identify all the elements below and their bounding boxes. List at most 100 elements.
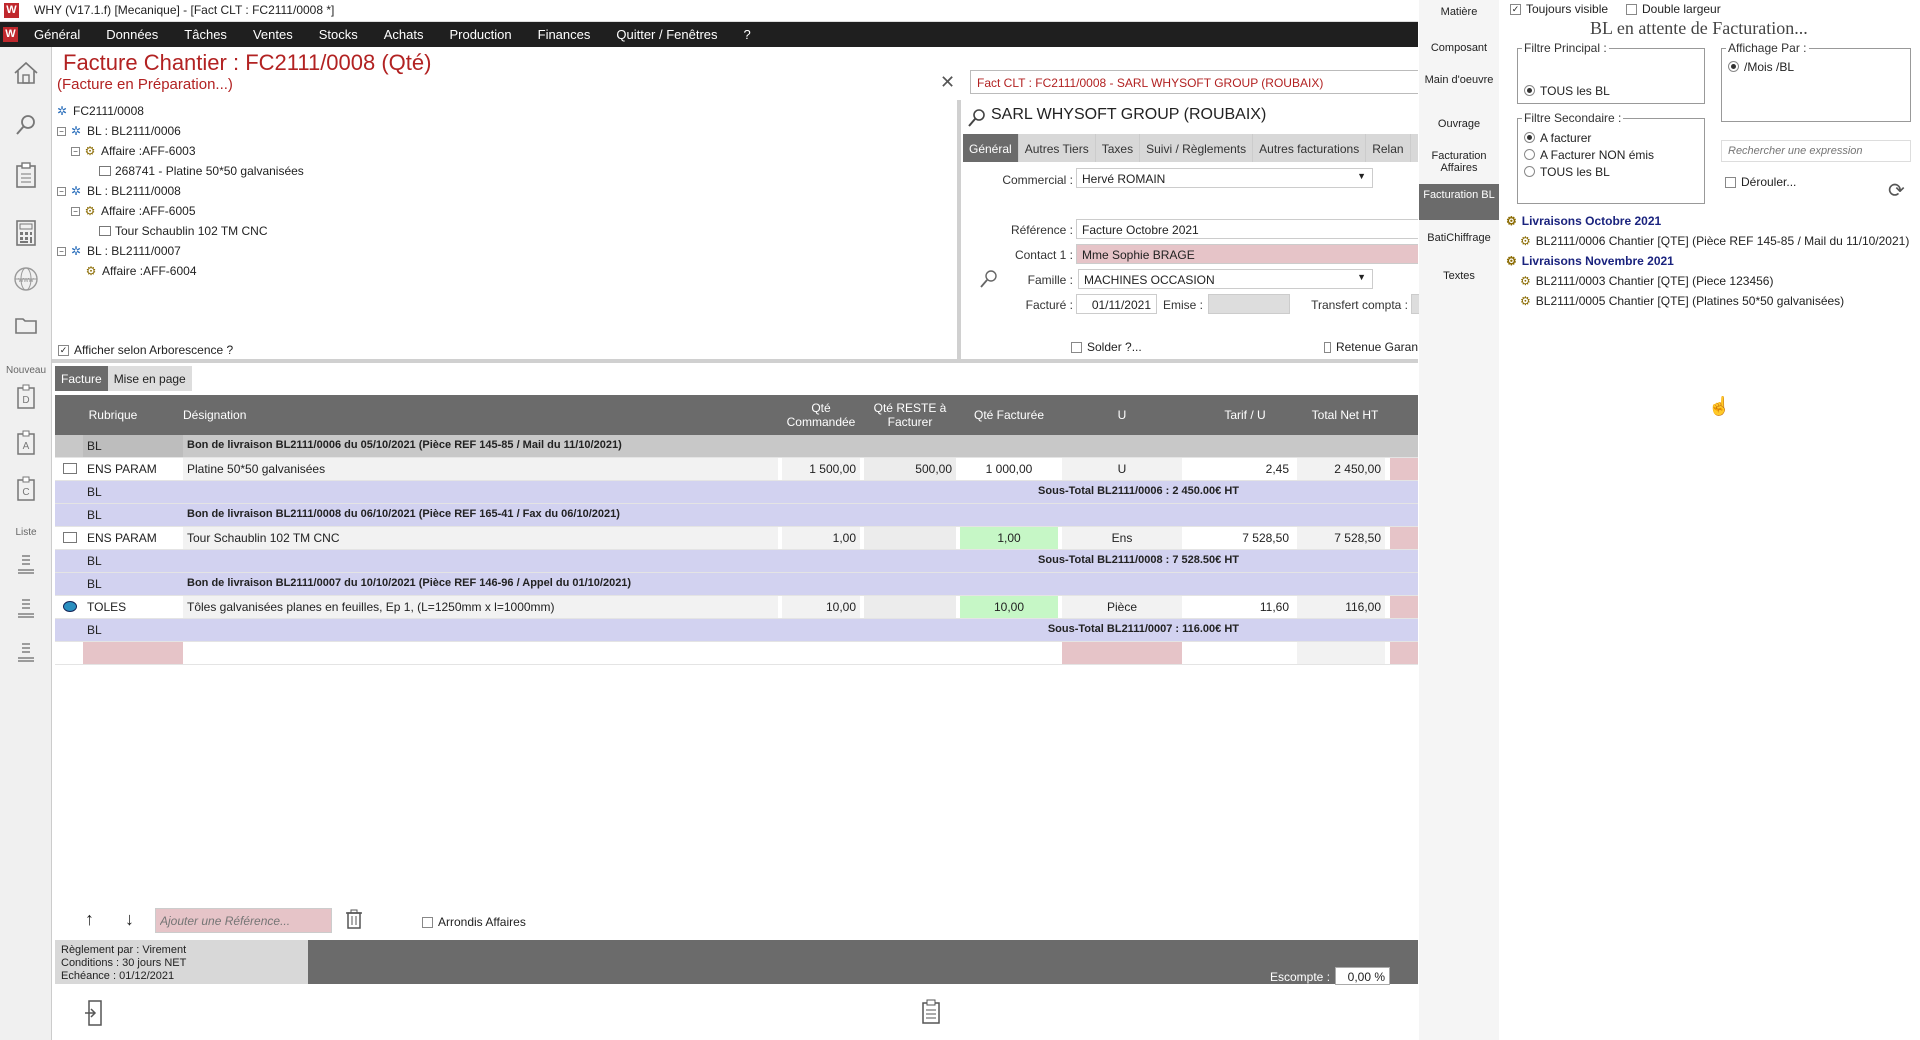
nav-ouvrage[interactable]: Ouvrage xyxy=(1419,118,1499,142)
checkbox-checked-icon[interactable]: ✓ xyxy=(58,344,69,356)
famille-select[interactable]: MACHINES OCCASION ▼ xyxy=(1078,269,1373,289)
tab-autres-tiers[interactable]: Autres Tiers xyxy=(1019,134,1096,162)
col-unite[interactable]: U xyxy=(1062,395,1182,435)
tree-node-bl-0007[interactable]: − ✲ BL : BL2111/0007 xyxy=(57,244,181,258)
radio-tous-les-bl[interactable]: TOUS les BL xyxy=(1524,165,1610,179)
table-row[interactable]: BL Bon de livraison BL2111/0006 du 05/10… xyxy=(55,435,1418,458)
collapse-icon[interactable]: − xyxy=(71,206,80,216)
radio-on-icon[interactable] xyxy=(1524,85,1535,96)
collapse-icon[interactable]: − xyxy=(57,246,66,256)
radio-off-icon[interactable] xyxy=(1524,149,1535,160)
menu-stocks[interactable]: Stocks xyxy=(319,27,358,42)
menu-quitter-fenetres[interactable]: Quitter / Fenêtres xyxy=(616,27,717,42)
table-row[interactable]: ENS PARAM Tour Schaublin 102 TM CNC 1,00… xyxy=(55,527,1418,550)
arrondis-checkbox[interactable]: Arrondis Affaires xyxy=(422,915,526,929)
radio-on-icon[interactable] xyxy=(1728,61,1739,72)
facture-date-input[interactable]: 01/11/2021 xyxy=(1076,294,1157,314)
checkbox-icon[interactable] xyxy=(1725,176,1736,188)
escompte-input[interactable]: 0,00 % xyxy=(1335,967,1390,985)
web-icon[interactable]: www xyxy=(10,263,42,295)
table-row[interactable]: ENS PARAM Platine 50*50 galvanisées 1 50… xyxy=(55,458,1418,481)
group-octobre[interactable]: ⚙ Livraisons Octobre 2021 xyxy=(1506,214,1661,228)
tree-node-affaire-6003[interactable]: − ⚙ Affaire :AFF-6003 xyxy=(71,144,196,158)
folder-icon[interactable] xyxy=(10,309,42,341)
cell-tarif[interactable]: 7 528,50 xyxy=(1205,527,1293,549)
checkbox-icon[interactable] xyxy=(422,916,433,928)
chevron-down-icon[interactable]: ▼ xyxy=(1357,272,1366,282)
contact-input[interactable]: Mme Sophie BRAGE xyxy=(1076,244,1418,264)
toujours-visible-checkbox[interactable]: ✓ Toujours visible xyxy=(1510,2,1608,16)
tree-node-article-tour[interactable]: Tour Schaublin 102 TM CNC xyxy=(99,224,268,238)
tab-autres-facturations[interactable]: Autres facturations xyxy=(1253,134,1367,162)
home-icon[interactable] xyxy=(10,57,42,89)
list-c-icon[interactable] xyxy=(10,635,42,667)
new-document-d-icon[interactable]: D xyxy=(10,381,42,413)
cell-qte-facturee[interactable]: 1 000,00 xyxy=(960,458,1058,480)
bl-item[interactable]: ⚙ BL2111/0005 Chantier [QTE] (Platines 5… xyxy=(1520,294,1844,308)
derouler-checkbox[interactable]: Dérouler... xyxy=(1725,175,1796,189)
col-qte-commandee[interactable]: Qté Commandée xyxy=(782,395,860,435)
tree-node-affaire-6005[interactable]: − ⚙ Affaire :AFF-6005 xyxy=(71,204,196,218)
nav-main-oeuvre[interactable]: Main d'oeuvre xyxy=(1419,74,1499,104)
chevron-down-icon[interactable]: ▼ xyxy=(1357,171,1366,181)
exit-icon[interactable] xyxy=(83,999,105,1030)
menu-help[interactable]: ? xyxy=(744,27,751,42)
menu-finances[interactable]: Finances xyxy=(538,27,591,42)
solder-checkbox[interactable]: Solder ?... xyxy=(1071,340,1142,354)
close-icon[interactable]: ✕ xyxy=(940,72,955,93)
cell-tarif[interactable]: 11,60 xyxy=(1205,596,1293,618)
radio-a-facturer[interactable]: A facturer xyxy=(1524,131,1591,145)
menu-production[interactable]: Production xyxy=(449,27,511,42)
col-total[interactable]: Total Net HT xyxy=(1295,395,1395,435)
arrow-down-icon[interactable]: ↓ xyxy=(125,909,134,930)
col-tarif[interactable]: Tarif / U xyxy=(1205,395,1285,435)
clipboard-icon[interactable] xyxy=(921,999,941,1028)
search-icon[interactable] xyxy=(967,108,987,131)
table-row[interactable]: BL Bon de livraison BL2111/0007 du 10/10… xyxy=(55,573,1418,596)
list-d-icon[interactable] xyxy=(10,547,42,579)
menu-donnees[interactable]: Données xyxy=(106,27,158,42)
vertical-splitter[interactable] xyxy=(957,100,961,360)
new-document-c-icon[interactable]: C xyxy=(10,473,42,505)
radio-a-facturer-non-emis[interactable]: A Facturer NON émis xyxy=(1524,148,1654,162)
new-document-a-icon[interactable]: A xyxy=(10,427,42,459)
tab-suivi-reglements[interactable]: Suivi / Règlements xyxy=(1140,134,1254,162)
nav-facturation-bl[interactable]: Facturation BL xyxy=(1419,184,1499,220)
tree-node-affaire-6004[interactable]: ⚙ Affaire :AFF-6004 xyxy=(84,264,197,278)
nav-composant[interactable]: Composant xyxy=(1419,42,1499,66)
cell-qte-facturee[interactable]: 1,00 xyxy=(960,527,1058,549)
menu-logo-icon[interactable]: W xyxy=(3,27,18,42)
nav-facturation-affaires[interactable]: Facturation Affaires xyxy=(1419,150,1499,180)
menu-achats[interactable]: Achats xyxy=(384,27,424,42)
commercial-select[interactable]: Hervé ROMAIN ▼ xyxy=(1076,168,1373,188)
horizontal-splitter[interactable] xyxy=(52,359,1418,363)
add-reference-input[interactable] xyxy=(155,908,332,933)
menu-general[interactable]: Général xyxy=(34,27,80,42)
list-a-icon[interactable] xyxy=(10,591,42,623)
radio-tous-bl[interactable]: TOUS les BL xyxy=(1524,84,1610,98)
search-icon[interactable] xyxy=(10,109,42,141)
double-largeur-checkbox[interactable]: Double largeur xyxy=(1626,2,1721,16)
nav-batichiffrage[interactable]: BatiChiffrage xyxy=(1419,232,1499,256)
tree-node-bl-0006[interactable]: − ✲ BL : BL2111/0006 xyxy=(57,124,181,138)
cell-tarif[interactable]: 2,45 xyxy=(1205,458,1293,480)
search-expression-input[interactable] xyxy=(1721,140,1911,162)
customer-field[interactable]: Fact CLT : FC2111/0008 - SARL WHYSOFT GR… xyxy=(970,70,1418,94)
tab-taxes[interactable]: Taxes xyxy=(1096,134,1141,162)
tab-facture[interactable]: Facture xyxy=(55,366,108,391)
cell-rubrique[interactable] xyxy=(83,642,183,664)
checkbox-icon[interactable] xyxy=(1324,341,1331,353)
group-novembre[interactable]: ⚙ Livraisons Novembre 2021 xyxy=(1506,254,1674,268)
famille-search-icon[interactable] xyxy=(979,269,999,292)
checkbox-checked-icon[interactable]: ✓ xyxy=(1510,3,1521,15)
menu-ventes[interactable]: Ventes xyxy=(253,27,293,42)
table-row[interactable]: BL Bon de livraison BL2111/0008 du 06/10… xyxy=(55,504,1418,527)
cell-qte-facturee[interactable]: 10,00 xyxy=(960,596,1058,618)
menu-taches[interactable]: Tâches xyxy=(184,27,227,42)
table-row-subtotal[interactable]: BL Sous-Total BL2111/0007 : 116.00€ HT xyxy=(55,619,1418,642)
checkbox-icon[interactable] xyxy=(1626,3,1637,15)
col-designation[interactable]: Désignation xyxy=(183,395,283,435)
tab-mise-en-page[interactable]: Mise en page xyxy=(107,366,192,391)
bl-item[interactable]: ⚙ BL2111/0006 Chantier [QTE] (Pièce REF … xyxy=(1520,234,1909,248)
table-row-subtotal[interactable]: BL Sous-Total BL2111/0008 : 7 528.50€ HT xyxy=(55,550,1418,573)
